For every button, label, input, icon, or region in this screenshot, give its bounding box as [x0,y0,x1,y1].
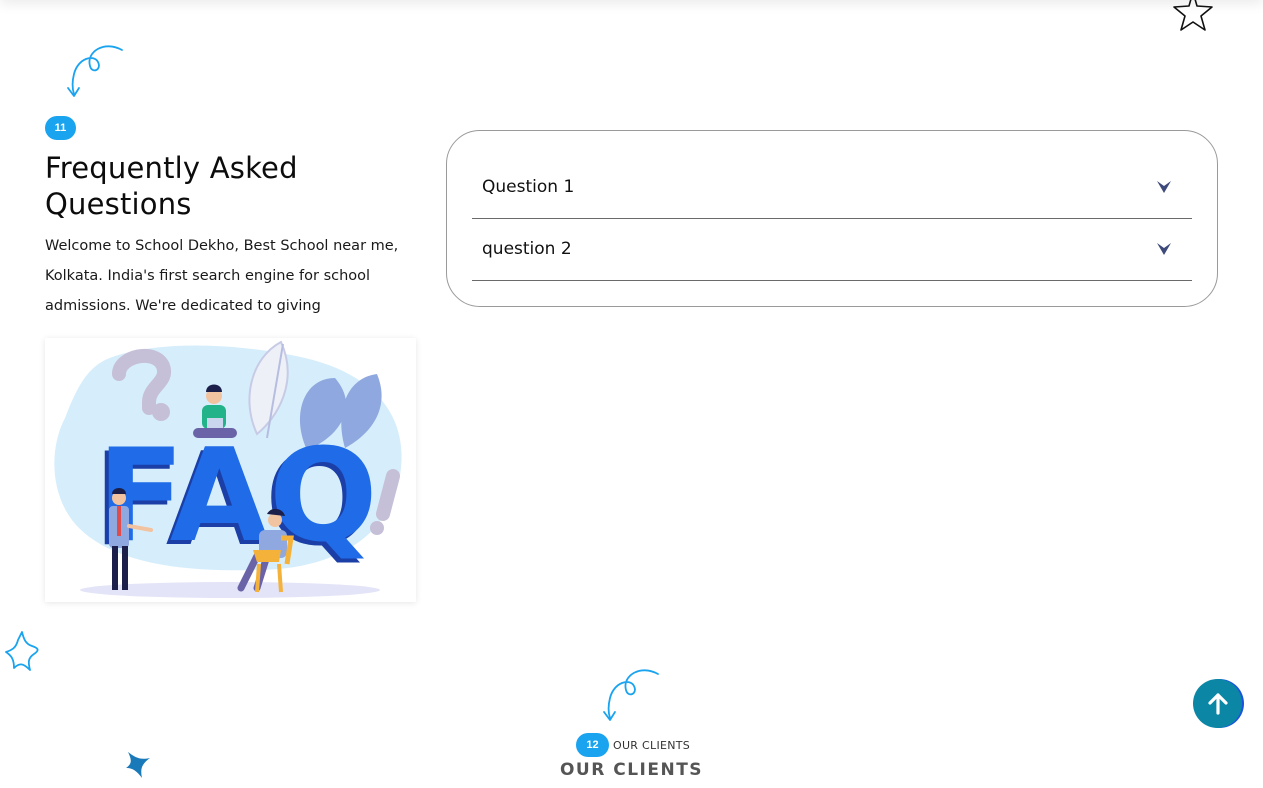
svg-text:FAQ: FAQ [97,422,378,571]
curly-arrow-icon [603,669,659,721]
title-line-2: Questions [45,187,192,221]
faq-description: Welcome to School Dekho, Best School nea… [45,231,415,321]
faq-question-1-label: Question 1 [482,177,575,197]
faq-question-2-label: question 2 [482,239,572,259]
faq-question-1[interactable]: Question 1 [472,156,1192,219]
clients-small-label: OUR CLIENTS [613,738,691,752]
star-outline-icon [1173,0,1213,31]
faq-accordion: Question 1 question 2 [446,130,1218,307]
scroll-to-top-button[interactable] [1193,679,1242,728]
section-number-badge: 12 [576,733,609,757]
clients-subheading: 12 OUR CLIENTS [576,733,690,757]
star-outline-icon [5,631,39,671]
chevron-down-icon [1157,243,1171,255]
clients-title: OUR CLIENTS [559,760,704,780]
page-title: Frequently Asked Questions [45,150,405,222]
faq-illustration-text: FAQ FAQ [93,422,378,575]
title-line-1: Frequently Asked [45,151,298,185]
section-number-badge: 11 [45,116,76,140]
faq-illustration: FAQ FAQ [45,338,416,602]
faq-question-2[interactable]: question 2 [472,218,1192,281]
arrow-up-icon [1207,692,1228,715]
chevron-down-icon [1157,181,1171,193]
desc-line-1: Welcome to School Dekho, Best School nea… [45,238,399,254]
desc-line-2: Kolkata. India's first search engine for… [45,268,371,284]
curly-arrow-icon [67,45,123,97]
desc-line-3: admissions. We're dedicated to giving [45,298,321,314]
